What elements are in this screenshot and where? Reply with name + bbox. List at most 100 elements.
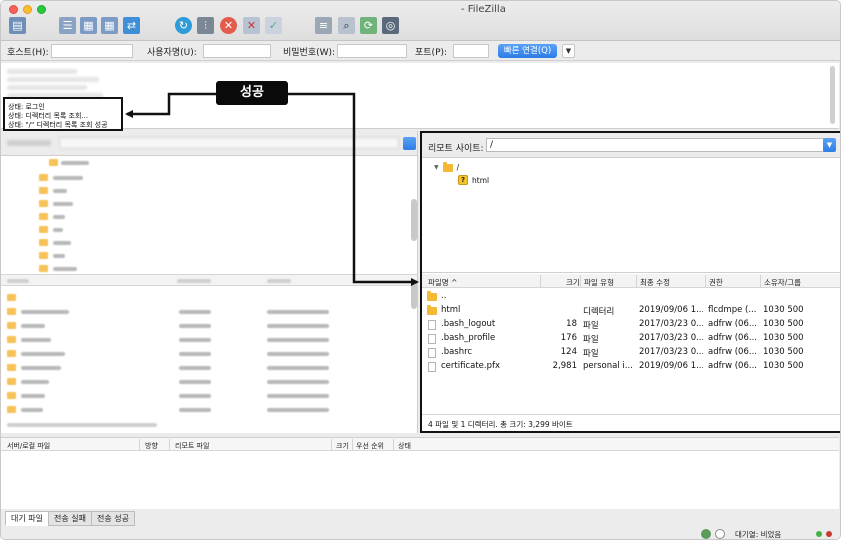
expand-arrow-icon[interactable]: ▼ xyxy=(434,164,439,171)
column-separator[interactable] xyxy=(139,439,140,450)
file-row[interactable]: .bash_profile 176 파일 2017/03/23 0... adf… xyxy=(422,331,840,345)
blurred-tree-item xyxy=(53,215,65,219)
blurred-file-date xyxy=(267,324,329,328)
file-row[interactable]: .bashrc 124 파일 2017/03/23 0... adfrw (06… xyxy=(422,345,840,359)
tab-successful-transfers[interactable]: 전송 성공 xyxy=(90,511,135,526)
column-separator[interactable] xyxy=(760,275,761,287)
reconnect-icon[interactable]: ✓ xyxy=(265,17,282,34)
folder-icon xyxy=(7,392,16,399)
queue-column-server-file[interactable]: 서버/로컬 파일 xyxy=(7,441,50,451)
remote-tree: ▼ / ? html xyxy=(422,158,840,273)
tab-failed-transfers[interactable]: 전송 실패 xyxy=(47,511,92,526)
folder-icon xyxy=(39,174,48,181)
remote-site-input[interactable]: / xyxy=(486,138,824,152)
file-row[interactable]: .. xyxy=(422,289,840,303)
queue-column-size[interactable]: 크기 xyxy=(336,441,349,451)
column-separator[interactable] xyxy=(705,275,706,287)
close-window-button[interactable] xyxy=(9,5,18,14)
username-input[interactable] xyxy=(203,44,271,58)
file-name: html xyxy=(441,305,461,315)
folder-icon xyxy=(7,350,16,357)
queue-column-priority[interactable]: 우선 순위 xyxy=(356,441,384,451)
remote-pane: 리모트 사이트: / ▼ ▼ / ? html 파일명 ^ 크기 파일 유형 최… xyxy=(420,131,840,433)
minimize-window-button[interactable] xyxy=(23,5,32,14)
file-owner: 1030 500 xyxy=(763,319,804,329)
port-input[interactable] xyxy=(453,44,489,58)
disconnect-icon[interactable]: ✕ xyxy=(243,17,260,34)
file-row[interactable]: certificate.pfx 2,981 personal i... 2019… xyxy=(422,359,840,373)
local-pane xyxy=(1,131,418,433)
password-input[interactable] xyxy=(337,44,407,58)
column-separator[interactable] xyxy=(580,275,581,287)
tab-queued-files[interactable]: 대기 파일 xyxy=(5,511,49,526)
remote-list-header: 파일명 ^ 크기 파일 유형 최종 수정 권한 소유자/그룹 xyxy=(422,274,840,288)
quickconnect-history-dropdown[interactable]: ▼ xyxy=(562,44,575,58)
file-type: 파일 xyxy=(583,321,599,331)
column-separator[interactable] xyxy=(636,275,637,287)
gear-icon[interactable] xyxy=(701,529,711,539)
column-separator[interactable] xyxy=(331,439,332,450)
queue-column-status[interactable]: 상태 xyxy=(398,441,411,451)
folder-icon xyxy=(427,291,437,301)
blurred-file-date xyxy=(267,310,329,314)
local-site-dropdown[interactable] xyxy=(403,137,416,150)
column-header-size[interactable]: 크기 xyxy=(566,277,580,288)
blurred-tree-item xyxy=(53,176,83,180)
blurred-file-name xyxy=(21,338,51,342)
toggle-compare-icon[interactable]: ⌕ xyxy=(338,17,355,34)
column-header-owner[interactable]: 소유자/그룹 xyxy=(764,277,801,288)
file-icon xyxy=(428,334,436,344)
folder-icon xyxy=(49,159,58,166)
file-row[interactable]: .bash_logout 18 파일 2017/03/23 0... adfrw… xyxy=(422,317,840,331)
queue-column-direction[interactable]: 방향 xyxy=(145,441,158,451)
cancel-icon[interactable]: ✕ xyxy=(220,17,237,34)
file-row[interactable]: html 디렉터리 2019/09/06 1... flcdmpe (... 1… xyxy=(422,303,840,317)
column-separator[interactable] xyxy=(352,439,353,450)
blurred-file-name xyxy=(21,310,69,314)
transfer-queue: 서버/로컬 파일 방향 리모트 파일 크기 우선 순위 상태 xyxy=(1,437,839,509)
toggle-queue-icon[interactable]: ⇄ xyxy=(123,17,140,34)
blurred-tree-item xyxy=(53,254,65,258)
blurred-log-line xyxy=(7,77,99,82)
column-header-modified[interactable]: 최종 수정 xyxy=(640,277,670,288)
file-name: .bash_profile xyxy=(441,333,496,343)
host-input[interactable] xyxy=(51,44,133,58)
column-header-name[interactable]: 파일명 ^ xyxy=(428,277,457,288)
toggle-log-icon[interactable]: ☰ xyxy=(59,17,76,34)
toggle-remote-tree-icon[interactable]: ▦ xyxy=(101,17,118,34)
local-site-bar xyxy=(1,131,417,156)
file-permissions: adfrw (06... xyxy=(708,319,757,329)
local-site-input[interactable] xyxy=(59,137,399,149)
folder-icon xyxy=(39,239,48,246)
blurred-local-status xyxy=(7,423,157,427)
quickconnect-button[interactable]: 빠른 연결(Q) xyxy=(498,44,557,58)
host-label: 호스트(H): xyxy=(7,48,49,58)
column-header-permissions[interactable]: 권한 xyxy=(709,277,723,288)
folder-icon xyxy=(7,322,16,329)
toggle-local-tree-icon[interactable]: ▦ xyxy=(80,17,97,34)
log-scrollbar[interactable] xyxy=(830,66,835,124)
local-tree-scrollbar[interactable] xyxy=(411,199,417,241)
column-header-type[interactable]: 파일 유형 xyxy=(584,277,614,288)
site-manager-icon[interactable]: ▤ xyxy=(9,17,26,34)
tree-item-html[interactable]: ? html xyxy=(458,175,489,185)
sync-browse-icon[interactable]: ⟳ xyxy=(360,17,377,34)
file-type: 파일 xyxy=(583,335,599,345)
refresh-icon[interactable]: ↻ xyxy=(175,17,192,34)
local-list-scrollbar[interactable] xyxy=(411,281,417,309)
column-separator[interactable] xyxy=(540,275,541,287)
process-queue-icon[interactable]: ⫶ xyxy=(197,17,214,34)
tree-root-row[interactable]: ▼ / xyxy=(434,161,459,172)
queue-column-remote-file[interactable]: 리모트 파일 xyxy=(175,441,209,451)
queue-header: 서버/로컬 파일 방향 리모트 파일 크기 우선 순위 상태 xyxy=(1,438,839,451)
column-separator[interactable] xyxy=(169,439,170,450)
remote-site-dropdown-icon[interactable]: ▼ xyxy=(823,138,836,152)
speed-limit-icon[interactable] xyxy=(715,529,725,539)
column-separator[interactable] xyxy=(393,439,394,450)
blurred-tree-item xyxy=(61,161,89,165)
blurred-file-type xyxy=(179,310,211,314)
zoom-window-button[interactable] xyxy=(37,5,46,14)
search-remote-icon[interactable]: ◎ xyxy=(382,17,399,34)
blurred-file-name xyxy=(21,380,49,384)
directory-filter-icon[interactable]: ≡ xyxy=(315,17,332,34)
